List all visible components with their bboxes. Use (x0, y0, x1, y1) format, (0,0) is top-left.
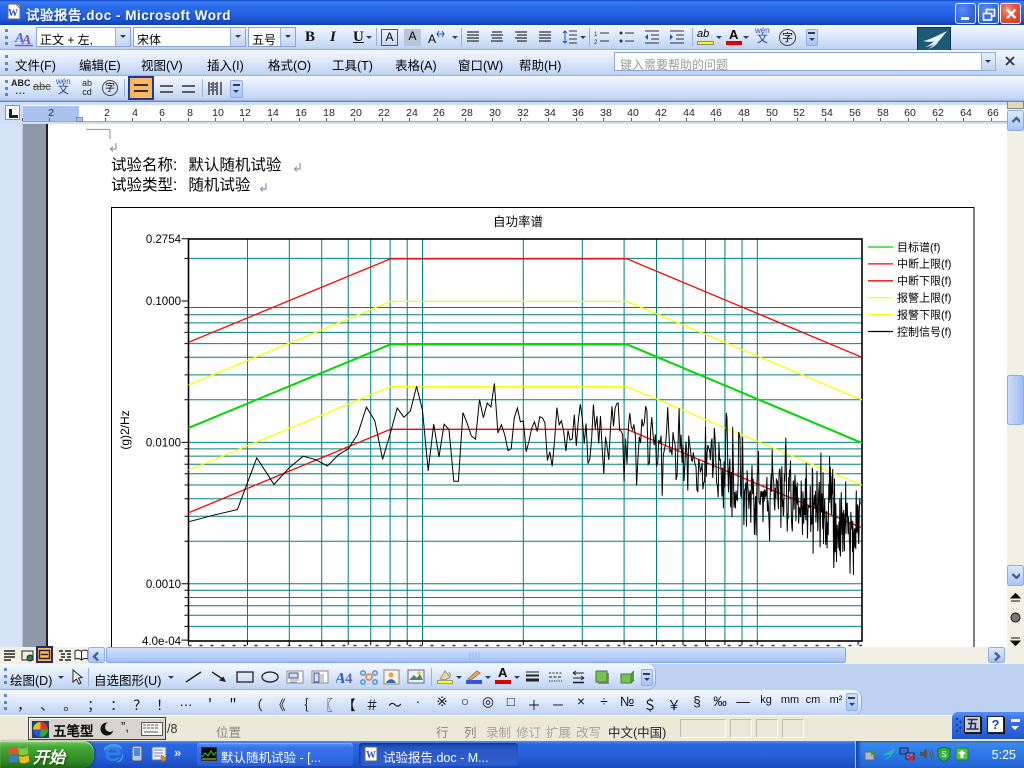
svg-text:报警下限(f): 报警下限(f) (897, 307, 951, 321)
svg-text:2: 2 (594, 40, 598, 45)
svg-text:0.0010: 0.0010 (146, 579, 181, 591)
svg-text:0.1000: 0.1000 (146, 296, 181, 308)
svg-text:中断下限(f): 中断下限(f) (897, 274, 951, 288)
svg-text:(g)2/Hz: (g)2/Hz (118, 410, 132, 449)
svg-text:S: S (941, 750, 946, 759)
svg-text:4.0e-04: 4.0e-04 (142, 636, 182, 647)
svg-text:控制信号(f): 控制信号(f) (897, 324, 951, 338)
svg-text:4: 4 (345, 671, 353, 685)
svg-text:W: W (8, 8, 18, 19)
svg-text:中断上限(f): 中断上限(f) (897, 257, 951, 271)
svg-text:报警上限(f): 报警上限(f) (897, 291, 951, 305)
svg-text:目标谱(f): 目标谱(f) (897, 240, 940, 254)
svg-text:0.2754: 0.2754 (146, 234, 182, 246)
svg-text:0.0100: 0.0100 (146, 437, 181, 449)
svg-text:自功率谱: 自功率谱 (493, 214, 543, 229)
svg-text:W: W (366, 750, 376, 761)
svg-text:1: 1 (594, 32, 598, 38)
